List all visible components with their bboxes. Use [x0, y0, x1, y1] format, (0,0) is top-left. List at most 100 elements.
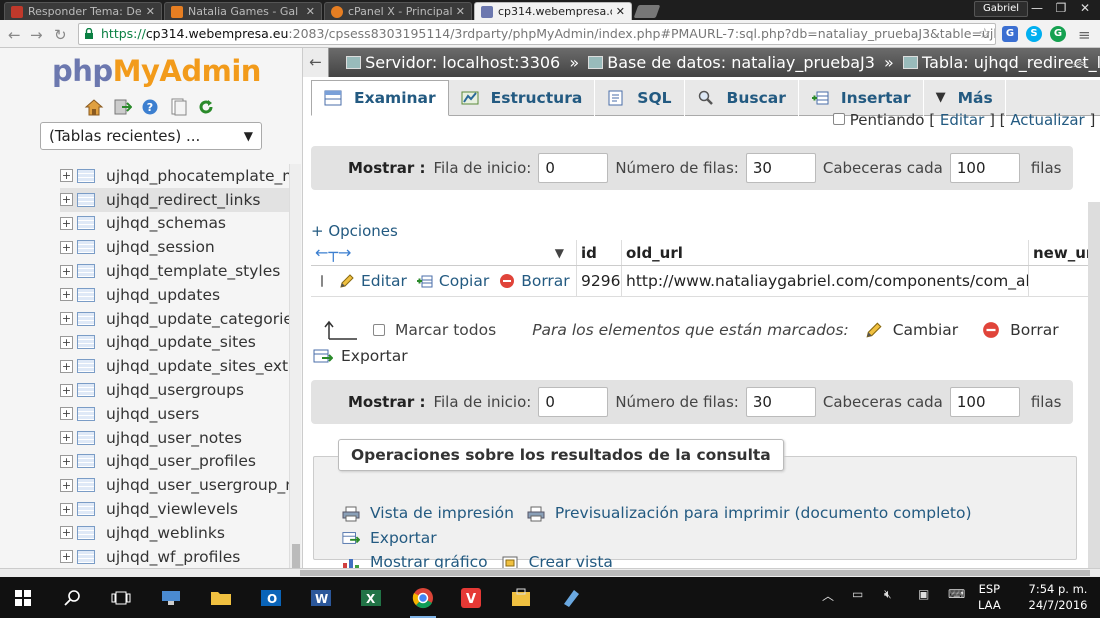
- phpmyadmin-logo[interactable]: phpMyAdmin: [52, 54, 261, 88]
- back-icon[interactable]: ←: [8, 26, 21, 44]
- sidebar-table-name[interactable]: ujhqd_viewlevels: [106, 500, 238, 518]
- sidebar-table-item[interactable]: + ujhqd_update_sites_exte: [60, 354, 290, 378]
- expand-icon[interactable]: +: [60, 216, 73, 230]
- file-explorer-icon[interactable]: [206, 583, 236, 613]
- breadcrumb-server[interactable]: Servidor: localhost:3306: [346, 53, 560, 72]
- battery-icon[interactable]: ▭: [852, 587, 863, 601]
- options-link[interactable]: + Opciones: [311, 222, 398, 240]
- breadcrumb-database[interactable]: Base de datos: nataliay_pruebaJ3: [588, 53, 875, 72]
- collapse-navigation-icon[interactable]: ←: [303, 48, 329, 77]
- notepad-app-icon[interactable]: [556, 583, 586, 613]
- address-bar[interactable]: https://cp314.webempresa.eu:2083/cpsess8…: [78, 23, 996, 45]
- expand-icon[interactable]: +: [60, 431, 73, 445]
- expand-icon[interactable]: +: [60, 526, 73, 540]
- search-icon[interactable]: [58, 583, 88, 613]
- breadcrumb-table[interactable]: Tabla: ujhqd_redirect_links: [902, 53, 1100, 72]
- close-tab-icon[interactable]: ✕: [456, 5, 465, 18]
- sidebar-table-item[interactable]: + ujhqd_usergroups: [60, 378, 290, 402]
- sidebar-table-item[interactable]: + ujhqd_redirect_links: [60, 187, 290, 212]
- sidebar-table-name[interactable]: ujhqd_session: [106, 238, 215, 256]
- export-selected-button[interactable]: Exportar: [313, 347, 408, 365]
- browser-tab[interactable]: Natalia Games - Gal ✕: [164, 2, 322, 20]
- sort-dropdown-icon[interactable]: ▼: [555, 246, 564, 260]
- chrome-icon[interactable]: [408, 583, 438, 618]
- edit-link[interactable]: Editar: [940, 111, 984, 129]
- browser-tab[interactable]: cPanel X - Principal ✕: [324, 2, 472, 20]
- sidebar-table-item[interactable]: + ujhqd_weblinks: [60, 521, 290, 545]
- checkbox[interactable]: [833, 113, 845, 125]
- sidebar-table-item[interactable]: + ujhqd_update_categories: [60, 307, 290, 331]
- outlook-icon[interactable]: O: [256, 583, 286, 613]
- sidebar-table-name[interactable]: ujhqd_updates: [106, 286, 220, 304]
- windows-start-icon[interactable]: [8, 583, 38, 613]
- tab-sql[interactable]: SQL: [595, 80, 685, 116]
- bookmark-star-icon[interactable]: ☆: [978, 24, 991, 44]
- expand-icon[interactable]: +: [60, 478, 73, 492]
- check-all-label[interactable]: Marcar todos: [395, 321, 496, 339]
- reload-icon[interactable]: ↻: [54, 26, 67, 44]
- translate-extension-icon[interactable]: G: [1002, 26, 1018, 42]
- browser-tab-active[interactable]: cp314.webempresa.c ✕: [474, 2, 632, 20]
- print-view-link[interactable]: Vista de impresión: [342, 503, 514, 524]
- recent-tables-select[interactable]: (Tablas recientes) ... ▼: [40, 122, 262, 150]
- row-count-input[interactable]: 30: [745, 153, 816, 183]
- expand-icon[interactable]: +: [60, 312, 73, 326]
- export-results-link[interactable]: Exportar: [342, 528, 437, 549]
- print-preview-link[interactable]: Previsualización para imprimir (document…: [527, 503, 972, 524]
- show-chart-link[interactable]: Mostrar gráfico: [342, 552, 488, 568]
- sidebar-table-name[interactable]: ujhqd_update_categories: [106, 310, 290, 328]
- sidebar-table-name[interactable]: ujhqd_users: [106, 405, 199, 423]
- system-clock[interactable]: 7:54 p. m. 24/7/2016: [1018, 581, 1098, 613]
- sidebar-table-name[interactable]: ujhqd_template_styles: [106, 262, 280, 280]
- repeat-headers-input[interactable]: 100: [949, 153, 1020, 183]
- expand-icon[interactable]: +: [60, 383, 73, 397]
- sidebar-table-name[interactable]: ujhqd_phocatemplate_me: [106, 167, 290, 185]
- start-row-input[interactable]: 0: [538, 387, 609, 417]
- sidebar-table-name[interactable]: ujhqd_update_sites: [106, 333, 256, 351]
- volume-muted-icon[interactable]: 🔇︎: [884, 587, 892, 602]
- reload-navigation-icon[interactable]: [196, 98, 216, 116]
- expand-icon[interactable]: +: [60, 550, 73, 564]
- sidebar-table-item[interactable]: + ujhqd_wf_profiles: [60, 545, 290, 568]
- restore-icon[interactable]: ❐: [1050, 1, 1072, 15]
- repeat-headers-input[interactable]: 100: [949, 387, 1020, 417]
- change-selected-button[interactable]: Cambiar: [865, 321, 958, 339]
- tab-examinar[interactable]: Examinar: [311, 80, 449, 116]
- task-view-icon[interactable]: [106, 583, 136, 613]
- start-row-input[interactable]: 0: [538, 153, 609, 183]
- sidebar-table-name[interactable]: ujhqd_user_notes: [106, 429, 242, 447]
- sidebar-table-name[interactable]: ujhqd_update_sites_exte: [106, 357, 290, 375]
- input-language[interactable]: ESP LAA: [978, 581, 1001, 613]
- column-header-old-url[interactable]: old_url: [622, 240, 1029, 265]
- close-window-icon[interactable]: ✕: [1074, 1, 1096, 15]
- menu-icon[interactable]: ≡: [1078, 26, 1091, 44]
- grammarly-extension-icon[interactable]: G: [1050, 26, 1066, 42]
- copy-row-button[interactable]: Copiar: [416, 272, 489, 290]
- excel-icon[interactable]: X: [356, 583, 386, 613]
- row-count-input[interactable]: 30: [745, 387, 816, 417]
- sidebar-table-name[interactable]: ujhqd_user_profiles: [106, 452, 256, 470]
- home-icon[interactable]: [84, 98, 104, 116]
- vivaldi-icon[interactable]: V: [456, 583, 486, 613]
- forward-icon[interactable]: →: [30, 26, 43, 44]
- column-header-id[interactable]: id: [577, 240, 622, 265]
- navigation-scrollbar[interactable]: [289, 164, 301, 568]
- documentation-icon[interactable]: [168, 98, 188, 116]
- sidebar-table-name[interactable]: ujhqd_usergroups: [106, 381, 244, 399]
- sidebar-table-item[interactable]: + ujhqd_viewlevels: [60, 497, 290, 521]
- expand-icon[interactable]: +: [60, 240, 73, 254]
- create-view-link[interactable]: Crear vista: [501, 552, 613, 568]
- expand-icon[interactable]: +: [60, 193, 73, 207]
- new-tab-button[interactable]: [633, 5, 661, 18]
- sidebar-table-item[interactable]: + ujhqd_user_notes: [60, 426, 290, 450]
- delete-row-button[interactable]: Borrar: [499, 272, 570, 290]
- minimize-icon[interactable]: —: [1026, 1, 1048, 15]
- sidebar-table-name[interactable]: ujhqd_schemas: [106, 214, 226, 232]
- sidebar-table-item[interactable]: + ujhqd_user_profiles: [60, 450, 290, 474]
- expand-icon[interactable]: +: [60, 502, 73, 516]
- cell-old-url[interactable]: http://www.nataliaygabriel.com/component…: [622, 266, 1029, 296]
- skype-extension-icon[interactable]: S: [1026, 26, 1042, 42]
- sidebar-table-item[interactable]: + ujhqd_session: [60, 235, 290, 259]
- close-tab-icon[interactable]: ✕: [146, 5, 155, 18]
- sidebar-table-name[interactable]: ujhqd_redirect_links: [106, 191, 261, 209]
